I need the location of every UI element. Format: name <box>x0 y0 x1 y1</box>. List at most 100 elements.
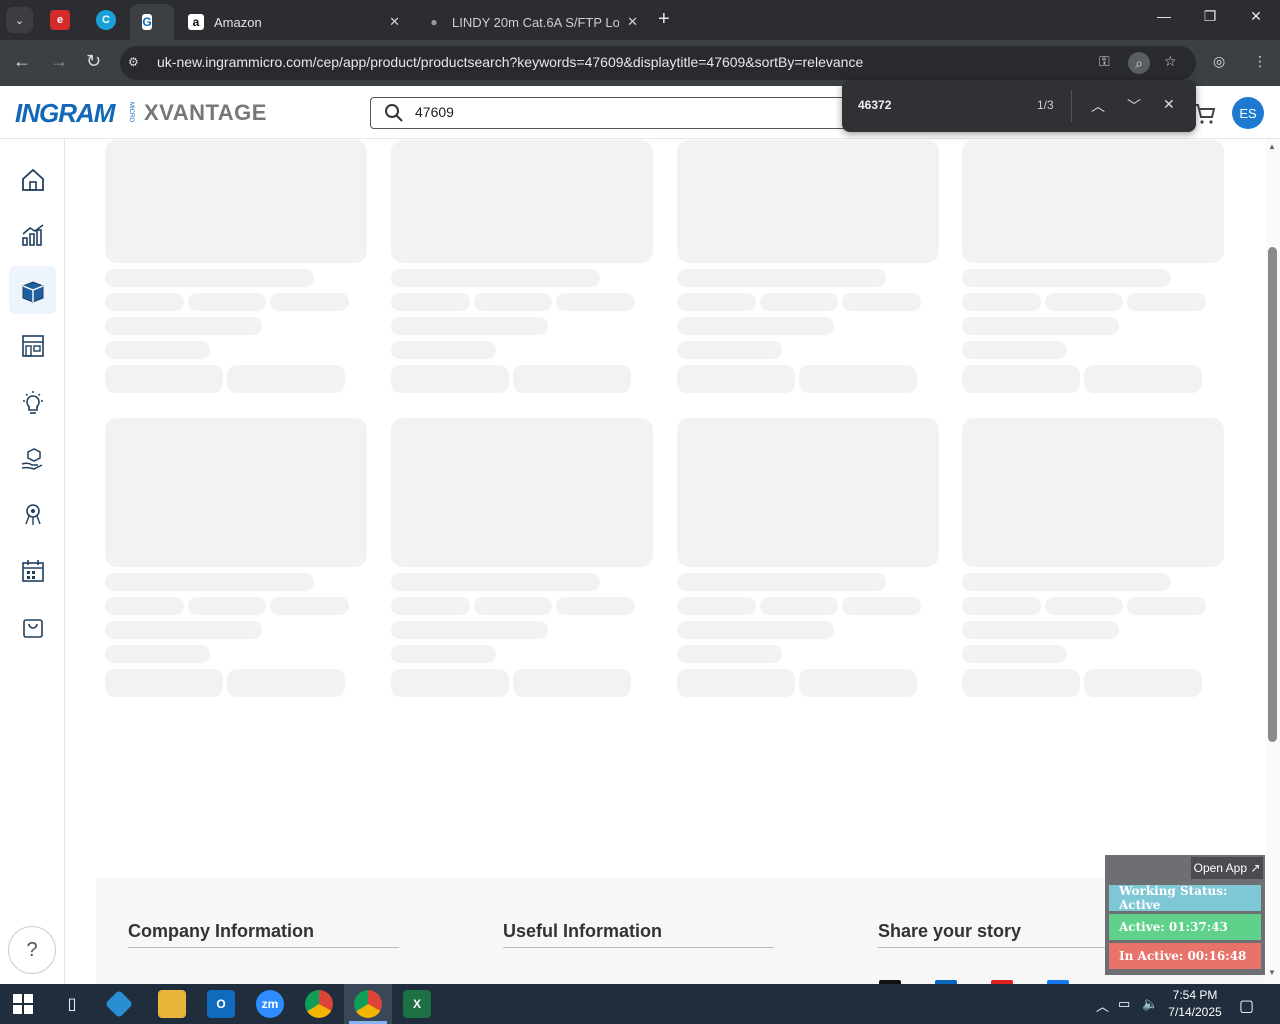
skeleton-image <box>105 418 367 567</box>
back-button[interactable]: ← <box>13 51 31 72</box>
working-status-badge: Working Status: Active <box>1109 884 1261 912</box>
skeleton-line <box>677 645 782 663</box>
skeleton-chip <box>270 597 349 615</box>
skeleton-chip <box>391 293 470 311</box>
find-in-page-bar <box>842 80 1196 132</box>
skeleton-button <box>962 669 1080 697</box>
ingram-logo[interactable]: INGRAM <box>15 98 115 129</box>
find-divider <box>1071 90 1072 122</box>
find-next-icon[interactable]: ﹀ <box>1127 96 1141 116</box>
search-icon[interactable] <box>384 103 404 123</box>
password-key-icon[interactable]: ⚿ <box>1099 53 1110 70</box>
footer-share-story: Share your story <box>878 921 1022 941</box>
help-button[interactable]: ? <box>8 926 56 974</box>
skeleton-chip <box>677 293 756 311</box>
footer-divider <box>878 947 1105 948</box>
analytics-icon[interactable] <box>20 222 46 248</box>
products-icon[interactable] <box>20 278 46 304</box>
skeleton-button <box>227 669 345 697</box>
skeleton-chip <box>760 597 838 615</box>
cart-icon[interactable] <box>1193 102 1217 126</box>
skeleton-chip <box>270 293 349 311</box>
skeleton-chip <box>188 597 266 615</box>
skeleton-chip <box>1045 597 1123 615</box>
services-icon[interactable] <box>20 446 46 472</box>
find-in-page-icon[interactable]: ⌕ <box>1128 52 1150 74</box>
close-tab-icon[interactable]: ✕ <box>627 14 638 30</box>
pinned-tab-circle[interactable]: C <box>96 10 116 30</box>
notifications-icon[interactable]: ▢ <box>1239 996 1254 1016</box>
new-tab-button[interactable]: + <box>658 8 670 31</box>
task-view-icon[interactable]: ▯ <box>58 990 86 1018</box>
support-icon[interactable] <box>20 502 46 528</box>
minimize-button[interactable]: — <box>1141 8 1187 24</box>
skeleton-chip <box>1045 293 1123 311</box>
tab-ingram[interactable]: G <box>130 4 174 40</box>
home-icon[interactable] <box>20 167 46 193</box>
footer-gutter <box>65 878 96 984</box>
skeleton-chip <box>474 597 552 615</box>
taskbar-clock[interactable]: 7:54 PM 7/14/2025 <box>1166 987 1224 1021</box>
zoom-icon[interactable]: zm <box>256 990 284 1018</box>
excel-icon[interactable]: X <box>403 990 431 1018</box>
tab-lindy[interactable]: ● LINDY 20m Cat.6A S/FTP Lockin ✕ <box>414 4 650 40</box>
skeleton-line <box>677 317 834 335</box>
xvantage-logo[interactable]: XVANTAGE <box>144 100 267 126</box>
scrollbar-thumb[interactable] <box>1268 247 1277 742</box>
url-text[interactable]: uk-new.ingrammicro.com/cep/app/product/p… <box>157 54 863 70</box>
close-window-button[interactable]: ✕ <box>1233 8 1279 25</box>
user-avatar[interactable]: ES <box>1232 97 1264 129</box>
site-info-icon[interactable]: ⚙ <box>128 55 144 71</box>
skeleton-line <box>105 645 210 663</box>
footer-company-information: Company Information <box>128 921 315 941</box>
volume-muted-icon[interactable]: 🔈 <box>1142 996 1158 1012</box>
globe-icon: ● <box>430 15 438 29</box>
skeleton-image <box>105 140 367 263</box>
tab-amazon[interactable]: a Amazon ✕ <box>176 4 412 40</box>
restore-button[interactable]: ❐ <box>1187 8 1233 25</box>
footer-useful-information: Useful Information <box>503 921 663 941</box>
skeleton-line <box>677 341 782 359</box>
skeleton-line <box>391 341 496 359</box>
profile-icon[interactable]: ◎ <box>1213 53 1225 70</box>
skeleton-button <box>799 669 917 697</box>
tray-overflow-icon[interactable]: ︿ <box>1096 996 1109 1015</box>
open-app-button[interactable]: Open App ↗ <box>1191 857 1263 879</box>
menu-icon[interactable]: ⋮ <box>1253 53 1267 70</box>
store-icon[interactable] <box>20 333 46 359</box>
orders-icon[interactable] <box>20 614 46 640</box>
skeleton-chip <box>1127 293 1206 311</box>
skeleton-chip <box>188 293 266 311</box>
chrome-icon[interactable] <box>305 990 333 1018</box>
skeleton-chip <box>962 597 1041 615</box>
calendar-icon[interactable] <box>20 558 46 584</box>
skeleton-line <box>105 269 314 287</box>
outlook-icon[interactable]: O <box>207 990 235 1018</box>
file-explorer-icon[interactable] <box>158 990 186 1018</box>
reload-button[interactable]: ↻ <box>86 51 101 72</box>
skeleton-chip <box>962 293 1041 311</box>
skeleton-line <box>105 317 262 335</box>
find-query-input[interactable]: 46372 <box>858 98 891 112</box>
chrome-profile-icon[interactable] <box>354 990 382 1018</box>
scroll-down-arrow[interactable]: ▼ <box>1268 968 1276 977</box>
close-tab-icon[interactable]: ✕ <box>389 14 400 30</box>
ideas-icon[interactable] <box>20 390 46 416</box>
skeleton-image <box>677 140 939 263</box>
find-match-count: 1/3 <box>1037 98 1054 112</box>
bookmark-star-icon[interactable]: ☆ <box>1164 53 1177 70</box>
footer-divider <box>503 947 774 948</box>
find-previous-icon[interactable]: ︿ <box>1091 96 1105 116</box>
scroll-up-arrow[interactable]: ▲ <box>1268 142 1276 151</box>
windows-start-icon[interactable] <box>12 993 34 1015</box>
search-value[interactable]: 47609 <box>415 104 454 120</box>
skeleton-line <box>391 573 600 591</box>
find-close-icon[interactable]: ✕ <box>1163 96 1175 113</box>
skeleton-line <box>962 269 1171 287</box>
tab-search-button[interactable]: ⌄ <box>6 7 33 33</box>
forward-button[interactable]: → <box>50 51 68 72</box>
pinned-tab-ex[interactable]: e <box>50 10 70 30</box>
ingram-favicon: G <box>142 14 152 30</box>
skeleton-line <box>391 317 548 335</box>
network-icon[interactable]: ▭ <box>1118 996 1130 1012</box>
